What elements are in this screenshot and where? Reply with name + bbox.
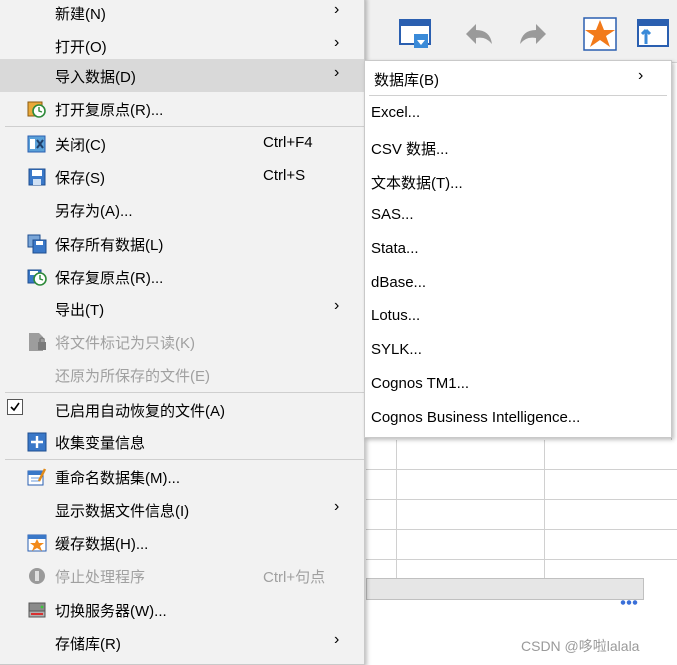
cache-data-icon: [27, 534, 47, 552]
menu-item-label: 导出(T): [55, 302, 105, 319]
submenu-item-excel[interactable]: Excel...: [365, 96, 671, 130]
menu-item-shortcut: Ctrl+S: [263, 167, 306, 184]
menu-item-label: 导入数据(D): [55, 69, 136, 86]
submenu-item-label: SAS...: [371, 206, 414, 223]
menu-item-stop-processor[interactable]: 停止处理程序 Ctrl+句点: [0, 559, 364, 592]
submenu-item-label: Stata...: [371, 240, 419, 257]
submenu-item-label: 数据库(B): [374, 72, 439, 89]
menu-item-open-restore-point[interactable]: 打开复原点(R)...: [0, 92, 364, 125]
goto-case-icon[interactable]: [582, 16, 618, 52]
submenu-arrow-icon: ›: [334, 34, 340, 51]
horizontal-scrollbar[interactable]: [366, 578, 644, 600]
menu-item-label: 保存复原点(R)...: [55, 270, 164, 287]
menu-item-shortcut: Ctrl+F4: [263, 134, 313, 151]
menu-item-new[interactable]: 新建(N) ›: [0, 0, 364, 29]
save-restore-point-icon: [27, 269, 47, 286]
submenu-item-label: SYLK...: [371, 341, 422, 358]
menu-item-label: 将文件标记为只读(K): [55, 335, 195, 352]
menu-item-save-all-data[interactable]: 保存所有数据(L): [0, 227, 364, 260]
rename-dataset-icon: [27, 468, 47, 486]
menu-item-save[interactable]: 保存(S) Ctrl+S: [0, 160, 364, 193]
redo-icon[interactable]: [516, 16, 552, 52]
menu-item-label: 缓存数据(H)...: [55, 536, 149, 553]
submenu-arrow-icon: ›: [334, 498, 340, 515]
submenu-item-label: Lotus...: [371, 307, 421, 324]
menu-item-shortcut: Ctrl+句点: [263, 569, 326, 586]
menu-item-label: 打开(O): [55, 39, 107, 56]
menu-item-label: 新建(N): [55, 6, 106, 23]
menu-item-label: 保存所有数据(L): [55, 237, 164, 254]
submenu-arrow-icon: ›: [638, 67, 644, 84]
submenu-item-label: CSV 数据...: [371, 141, 449, 158]
menu-item-label: 另存为(A)...: [55, 203, 133, 220]
submenu-item-cognos-tm1[interactable]: Cognos TM1...: [365, 367, 671, 401]
submenu-arrow-icon: ›: [334, 297, 340, 314]
plus-square-icon: [27, 432, 47, 452]
submenu-item-sas[interactable]: SAS...: [365, 198, 671, 232]
data-grid[interactable]: [366, 440, 677, 578]
submenu-item-sylk[interactable]: SYLK...: [365, 333, 671, 367]
more-dots-icon[interactable]: [620, 600, 638, 605]
menu-item-label: 重命名数据集(M)...: [55, 470, 180, 487]
save-icon: [28, 168, 46, 186]
submenu-item-lotus[interactable]: Lotus...: [365, 299, 671, 333]
submenu-item-stata[interactable]: Stata...: [365, 232, 671, 266]
watermark: CSDN @哆啦lalala: [521, 638, 640, 654]
menu-item-label: 还原为所保存的文件(E): [55, 368, 210, 385]
submenu-item-label: Cognos Business Intelligence...: [371, 409, 581, 426]
stop-icon: [29, 568, 45, 584]
menu-item-save-restore-point[interactable]: 保存复原点(R)...: [0, 260, 364, 293]
switch-server-icon: [28, 602, 46, 618]
toolbar: [360, 0, 677, 63]
menu-item-collect-variable-info[interactable]: 收集变量信息: [0, 425, 364, 458]
submenu-arrow-icon: ›: [334, 1, 340, 18]
save-all-icon: [27, 234, 47, 254]
menu-item-label: 打开复原点(R)...: [55, 102, 164, 119]
submenu-item-database[interactable]: 数据库(B) ›: [365, 61, 671, 95]
menu-item-import-data[interactable]: 导入数据(D) ›: [0, 59, 364, 92]
menu-item-revert-to-saved[interactable]: 还原为所保存的文件(E): [0, 358, 364, 391]
close-dataset-icon: [27, 135, 46, 153]
menu-item-autorecovery[interactable]: 已启用自动恢复的文件(A): [0, 393, 364, 426]
checkbox-checked-icon[interactable]: [7, 399, 23, 415]
submenu-item-text-data[interactable]: 文本数据(T)...: [365, 164, 671, 198]
submenu-item-label: Cognos TM1...: [371, 375, 470, 392]
data-editor-icon[interactable]: [398, 16, 434, 52]
menu-item-label: 收集变量信息: [55, 435, 146, 452]
menu-item-display-data-file-info[interactable]: 显示数据文件信息(I) ›: [0, 493, 364, 526]
menu-item-label: 已启用自动恢复的文件(A): [55, 403, 225, 420]
submenu-item-dbase[interactable]: dBase...: [365, 266, 671, 300]
submenu-item-csv[interactable]: CSV 数据...: [365, 130, 671, 164]
menu-item-cache-data[interactable]: 缓存数据(H)...: [0, 526, 364, 559]
undo-icon[interactable]: [460, 16, 496, 52]
menu-item-label: 保存(S): [55, 170, 105, 187]
menu-item-repository[interactable]: 存储库(R) ›: [0, 626, 364, 659]
menu-item-label: 停止处理程序: [55, 569, 146, 586]
menu-item-label: 显示数据文件信息(I): [55, 503, 190, 520]
menu-item-label: 切换服务器(W)...: [55, 603, 167, 620]
menu-item-switch-server[interactable]: 切换服务器(W)...: [0, 593, 364, 626]
submenu-item-label: 文本数据(T)...: [371, 175, 463, 192]
menu-item-mark-read-only[interactable]: 将文件标记为只读(K): [0, 325, 364, 358]
submenu-arrow-icon: ›: [334, 64, 340, 81]
file-menu: 新建(N) › 打开(O) › 导入数据(D) › 打开复原点(R)... 关闭…: [0, 0, 365, 665]
menu-item-open[interactable]: 打开(O) ›: [0, 29, 364, 62]
submenu-item-label: dBase...: [371, 274, 427, 291]
menu-item-export[interactable]: 导出(T) ›: [0, 292, 364, 325]
menu-item-label: 关闭(C): [55, 137, 106, 154]
submenu-item-cognos-bi[interactable]: Cognos Business Intelligence...: [365, 401, 671, 435]
submenu-arrow-icon: ›: [334, 631, 340, 648]
menu-item-rename-dataset[interactable]: 重命名数据集(M)...: [0, 460, 364, 493]
menu-item-close[interactable]: 关闭(C) Ctrl+F4: [0, 127, 364, 160]
submenu-item-label: Excel...: [371, 104, 421, 121]
menu-item-label: 存储库(R): [55, 636, 121, 653]
goto-variable-icon[interactable]: [636, 16, 672, 52]
restore-point-icon: [27, 101, 46, 118]
import-data-submenu: 数据库(B) › Excel... CSV 数据... 文本数据(T)... S…: [364, 60, 672, 438]
menu-item-save-as[interactable]: 另存为(A)...: [0, 193, 364, 226]
read-only-file-icon: [29, 333, 46, 351]
